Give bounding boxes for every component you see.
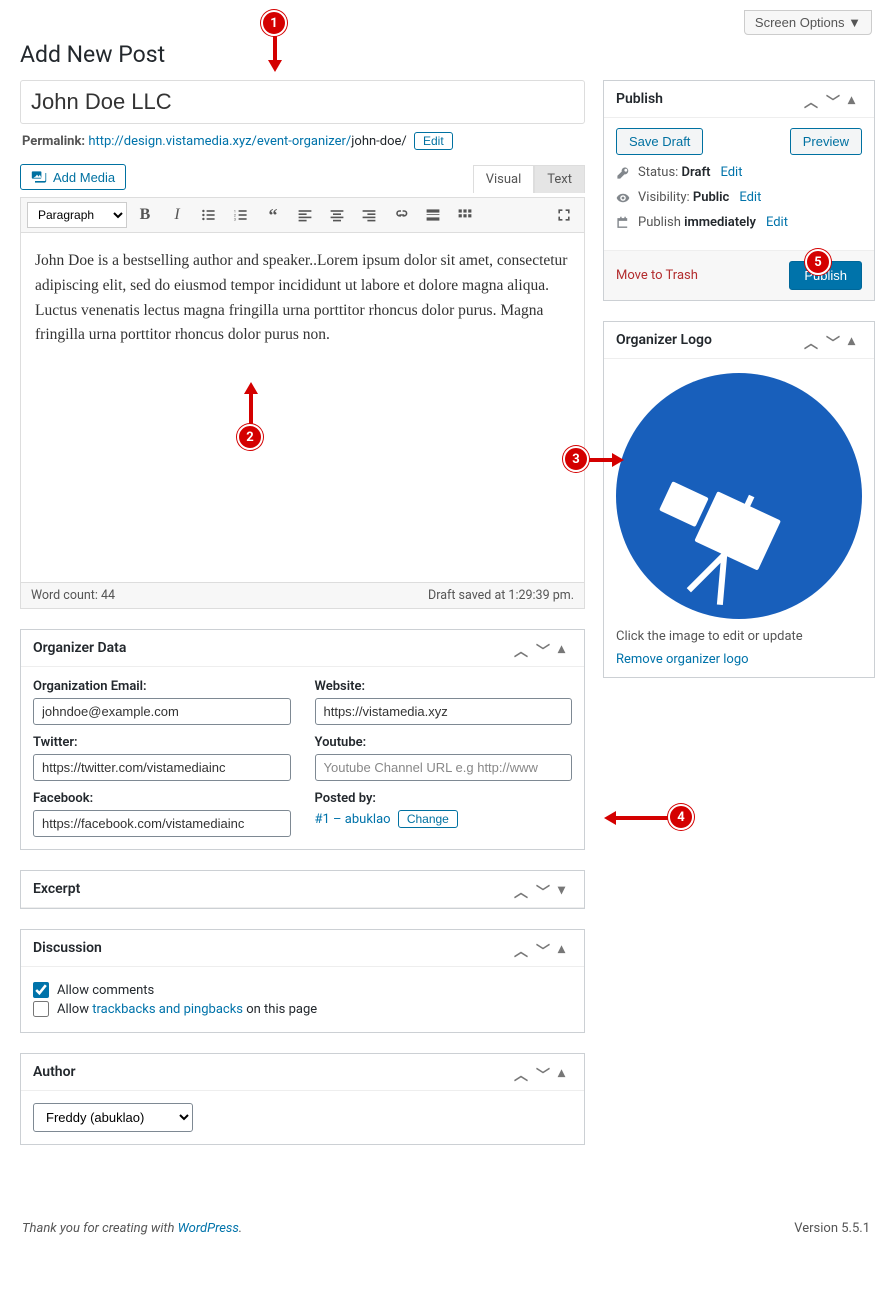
toolbar-toggle-button[interactable] (451, 202, 479, 228)
tab-visual[interactable]: Visual (473, 165, 535, 193)
calendar-icon (616, 216, 630, 230)
move-down-icon[interactable]: ﹀ (826, 333, 840, 347)
edit-schedule-link[interactable]: Edit (766, 215, 788, 230)
link-button[interactable] (387, 202, 415, 228)
logo-caption: Click the image to edit or update (616, 629, 862, 644)
annotation-arrow-2 (241, 382, 261, 424)
author-select[interactable]: Freddy (abuklao) (33, 1103, 193, 1132)
editor-toolbar: Paragraph B I 123 “ (20, 197, 585, 233)
email-input[interactable] (33, 698, 291, 725)
facebook-input[interactable] (33, 810, 291, 837)
editor-content-area[interactable]: John Doe is a bestselling author and spe… (20, 233, 585, 583)
move-down-icon[interactable]: ﹀ (536, 641, 550, 655)
footer-thanks: Thank you for creating with WordPress. (22, 1221, 242, 1236)
facebook-label: Facebook: (33, 791, 291, 806)
youtube-label: Youtube: (315, 735, 573, 750)
email-label: Organization Email: (33, 679, 291, 694)
page-title: Add New Post (20, 41, 872, 68)
remove-logo-link[interactable]: Remove organizer logo (616, 652, 862, 667)
author-heading: Author (33, 1064, 76, 1080)
version-label: Version 5.5.1 (794, 1221, 870, 1236)
permalink-label: Permalink: (22, 134, 85, 149)
tab-text[interactable]: Text (534, 165, 585, 193)
allow-trackbacks-checkbox[interactable] (33, 1001, 49, 1017)
move-up-icon[interactable]: ︿ (804, 333, 818, 347)
annotation-badge-1: 1 (261, 10, 287, 36)
trackbacks-link[interactable]: trackbacks and pingbacks (92, 1002, 243, 1017)
annotation-arrow-4 (604, 808, 668, 828)
annotation-badge-3: 3 (563, 446, 589, 472)
edit-visibility-link[interactable]: Edit (739, 190, 761, 205)
blockquote-button[interactable]: “ (259, 202, 287, 228)
toggle-panel-icon[interactable]: ▴ (558, 941, 572, 955)
save-draft-button[interactable]: Save Draft (616, 128, 703, 155)
move-down-icon[interactable]: ﹀ (536, 1065, 550, 1079)
annotation-badge-5: 5 (805, 249, 831, 275)
add-media-button[interactable]: Add Media (20, 164, 126, 190)
move-down-icon[interactable]: ﹀ (536, 882, 550, 896)
bold-button[interactable]: B (131, 202, 159, 228)
website-input[interactable] (315, 698, 573, 725)
move-down-icon[interactable]: ﹀ (826, 92, 840, 106)
permalink-link[interactable]: http://design.vistamedia.xyz/event-organ… (88, 134, 406, 149)
move-up-icon[interactable]: ︿ (514, 641, 528, 655)
align-center-button[interactable] (323, 202, 351, 228)
annotation-badge-2: 2 (237, 424, 263, 450)
edit-status-link[interactable]: Edit (720, 165, 742, 180)
twitter-label: Twitter: (33, 735, 291, 750)
excerpt-heading: Excerpt (33, 881, 80, 897)
toggle-panel-icon[interactable]: ▴ (848, 92, 862, 106)
move-to-trash-link[interactable]: Move to Trash (616, 268, 698, 283)
format-select[interactable]: Paragraph (27, 202, 127, 228)
permalink-row: Permalink: http://design.vistamedia.xyz/… (22, 132, 585, 150)
align-left-button[interactable] (291, 202, 319, 228)
toggle-panel-icon[interactable]: ▴ (558, 1065, 572, 1079)
publish-heading: Publish (616, 91, 663, 107)
word-count: Word count: 44 (31, 588, 115, 603)
posted-by-value: #1 – abuklao (315, 812, 391, 827)
change-author-button[interactable]: Change (398, 810, 458, 828)
preview-button[interactable]: Preview (790, 128, 862, 155)
draft-saved-status: Draft saved at 1:29:39 pm. (428, 588, 574, 603)
readmore-button[interactable] (419, 202, 447, 228)
organizer-logo-image[interactable] (616, 373, 862, 619)
annotation-badge-4: 4 (668, 804, 694, 830)
italic-button[interactable]: I (163, 202, 191, 228)
move-up-icon[interactable]: ︿ (514, 882, 528, 896)
align-right-button[interactable] (355, 202, 383, 228)
organizer-logo-heading: Organizer Logo (616, 332, 712, 348)
annotation-arrow-3 (588, 450, 624, 470)
move-up-icon[interactable]: ︿ (514, 1065, 528, 1079)
allow-trackbacks-label: Allow trackbacks and pingbacks on this p… (57, 1002, 317, 1017)
permalink-edit-button[interactable]: Edit (414, 132, 453, 150)
annotation-arrow-1 (265, 32, 285, 72)
move-up-icon[interactable]: ︿ (804, 92, 818, 106)
eye-icon (616, 191, 630, 205)
numbered-list-button[interactable]: 123 (227, 202, 255, 228)
post-title-input[interactable] (20, 80, 585, 124)
toggle-panel-icon[interactable]: ▴ (558, 641, 572, 655)
key-icon (616, 166, 630, 180)
twitter-input[interactable] (33, 754, 291, 781)
discussion-heading: Discussion (33, 940, 102, 956)
youtube-input[interactable] (315, 754, 573, 781)
toggle-panel-icon[interactable]: ▴ (848, 333, 862, 347)
fullscreen-button[interactable] (550, 202, 578, 228)
posted-by-label: Posted by: (315, 791, 573, 806)
website-label: Website: (315, 679, 573, 694)
screen-options-button[interactable]: Screen Options ▼ (744, 10, 872, 35)
svg-text:3: 3 (234, 217, 236, 222)
toggle-panel-icon[interactable]: ▾ (558, 882, 572, 896)
allow-comments-checkbox[interactable] (33, 982, 49, 998)
wordpress-link[interactable]: WordPress (178, 1221, 239, 1236)
move-down-icon[interactable]: ﹀ (536, 941, 550, 955)
move-up-icon[interactable]: ︿ (514, 941, 528, 955)
bullet-list-button[interactable] (195, 202, 223, 228)
organizer-data-heading: Organizer Data (33, 640, 126, 656)
allow-comments-label: Allow comments (57, 983, 154, 998)
media-icon (31, 169, 47, 185)
